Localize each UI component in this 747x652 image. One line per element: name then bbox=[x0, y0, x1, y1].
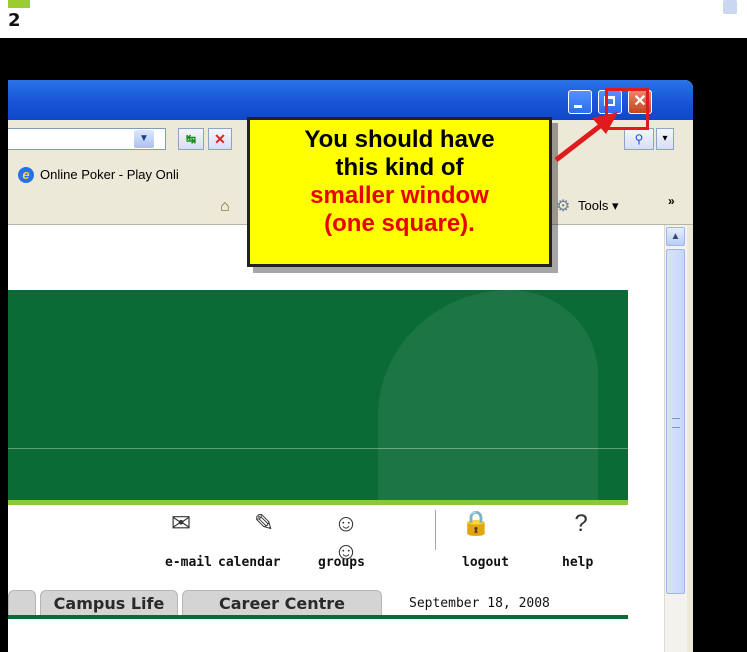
banner-swoosh bbox=[378, 290, 598, 500]
search-options-button[interactable]: ▾ bbox=[656, 128, 674, 150]
callout-line-4: (one square). bbox=[324, 210, 475, 237]
tab-campus-life[interactable]: Campus Life bbox=[40, 590, 178, 616]
calendar-link[interactable]: calendar bbox=[218, 555, 281, 570]
banner-divider bbox=[8, 448, 628, 449]
tab-underline bbox=[8, 615, 628, 619]
tab-career-centre[interactable]: Career Centre bbox=[182, 590, 382, 616]
current-date: September 18, 2008 bbox=[409, 596, 550, 611]
step-number: 2 bbox=[8, 10, 21, 31]
tab-partial[interactable] bbox=[8, 590, 36, 616]
chevron-down-icon: ▾ bbox=[611, 198, 619, 213]
email-link[interactable]: e-mail bbox=[165, 555, 212, 570]
header-banner bbox=[8, 290, 628, 500]
search-button[interactable]: ⚲ bbox=[624, 128, 654, 150]
home-icon[interactable]: ⌂ bbox=[220, 198, 238, 216]
gear-icon[interactable]: ⚙ bbox=[556, 198, 574, 216]
vertical-scrollbar[interactable]: ▲ bbox=[664, 225, 687, 652]
banner-accent-line bbox=[8, 500, 628, 505]
calendar-icon[interactable]: ✎ bbox=[240, 510, 288, 538]
callout-line-2: this kind of bbox=[335, 154, 464, 181]
maximize-button-highlight bbox=[605, 88, 649, 130]
question-mark-icon[interactable]: ? bbox=[557, 510, 605, 538]
instruction-callout: You should have this kind of smaller win… bbox=[247, 117, 552, 267]
minimize-button[interactable] bbox=[568, 90, 592, 114]
page-content: ✉ ✎ ☺☺ 🔒 ? e-mail calendar groups logout… bbox=[8, 225, 666, 652]
envelope-icon[interactable]: ✉ bbox=[157, 510, 205, 538]
tab-strip: Campus Life Career Centre September 18, … bbox=[8, 590, 628, 616]
scroll-thumb[interactable] bbox=[666, 249, 685, 594]
nav-separator bbox=[435, 510, 436, 550]
scroll-up-arrow-icon[interactable]: ▲ bbox=[666, 227, 685, 246]
toolbar-overflow-chevron[interactable]: » bbox=[668, 194, 675, 208]
logout-link[interactable]: logout bbox=[462, 555, 509, 570]
favorites-link[interactable]: Online Poker - Play Onli bbox=[40, 167, 248, 182]
ie-page-icon: e bbox=[18, 167, 34, 183]
refresh-button[interactable]: ↹ bbox=[178, 128, 204, 150]
groups-link[interactable]: groups bbox=[318, 555, 365, 570]
callout-line-1: You should have bbox=[304, 126, 495, 153]
stop-button[interactable]: ✕ bbox=[208, 128, 232, 150]
corner-marker bbox=[723, 0, 737, 14]
tools-label: Tools bbox=[578, 198, 609, 213]
lock-icon[interactable]: 🔒 bbox=[452, 510, 500, 538]
help-link[interactable]: help bbox=[562, 555, 593, 570]
callout-line-3: smaller window bbox=[310, 182, 489, 209]
title-bar: ✕ bbox=[8, 80, 693, 120]
tools-menu[interactable]: Tools ▾ bbox=[578, 198, 619, 214]
scroll-grip bbox=[672, 418, 680, 428]
step-marker bbox=[8, 0, 30, 8]
address-dropdown-button[interactable]: ▼ bbox=[134, 130, 154, 148]
magnifier-icon: ⚲ bbox=[634, 132, 644, 146]
